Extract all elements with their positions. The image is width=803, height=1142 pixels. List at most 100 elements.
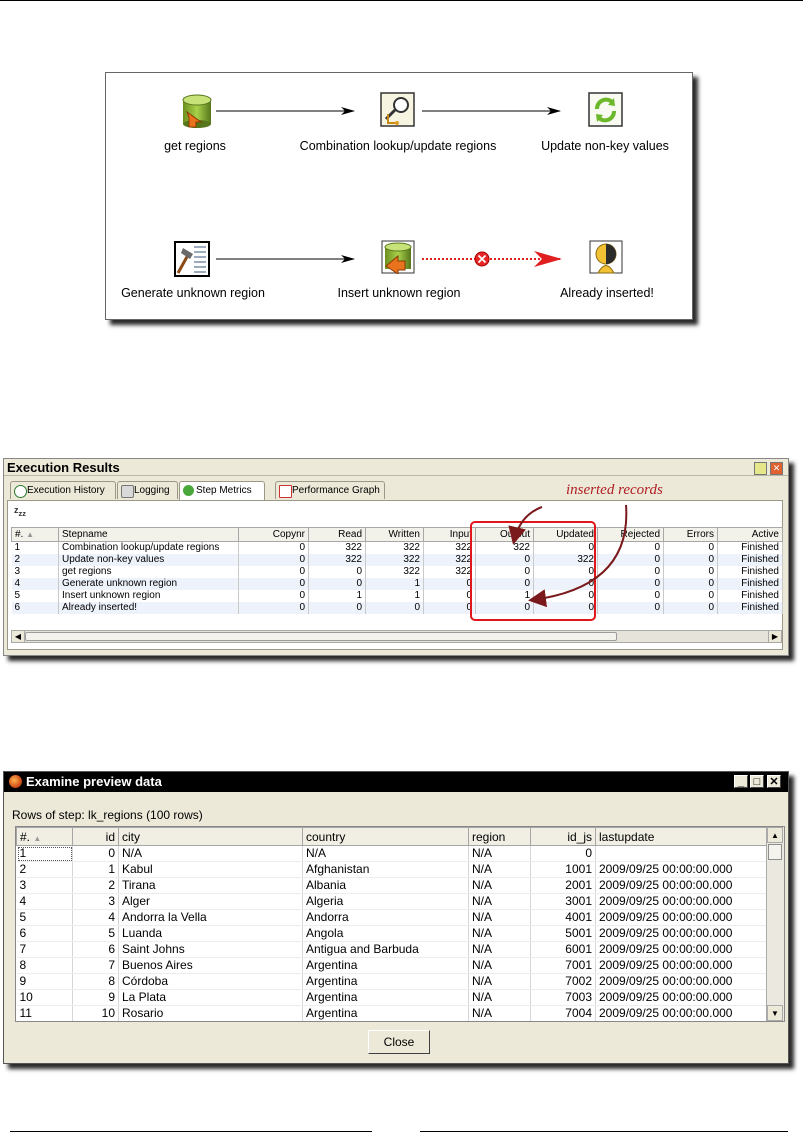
col-header-input[interactable]: Input bbox=[423, 527, 476, 542]
vertical-scrollbar[interactable]: ▲ ▼ bbox=[766, 827, 784, 1021]
scroll-thumb[interactable] bbox=[768, 844, 782, 860]
table-row[interactable]: 2 1 Kabul Afghanistan N/A 1001 2009/09/25 00:0… bbox=[16, 861, 768, 878]
cell-written: 1 bbox=[365, 578, 424, 590]
cell-stepname: get regions bbox=[58, 566, 239, 578]
cell-id: 2 bbox=[72, 877, 119, 894]
update-icon[interactable] bbox=[588, 92, 623, 127]
cell-id-js: 5001 bbox=[530, 925, 596, 942]
scroll-down-button[interactable]: ▼ bbox=[767, 1005, 783, 1021]
tab-performance-graph[interactable]: Performance Graph bbox=[275, 481, 385, 499]
cell-index: 5 bbox=[11, 590, 59, 602]
col-header-errors[interactable]: Errors bbox=[663, 527, 718, 542]
cell-city: Córdoba bbox=[118, 973, 303, 990]
step-label-generate-unknown: Generate unknown region bbox=[121, 286, 265, 300]
generate-rows-icon[interactable] bbox=[174, 241, 210, 277]
cell-written: 0 bbox=[365, 602, 424, 614]
cell-read: 0 bbox=[308, 578, 366, 590]
table-row[interactable]: 6 Already inserted! 0 0 0 0 0 0 0 0 Fini… bbox=[11, 602, 783, 614]
cell-id-js: 1001 bbox=[530, 861, 596, 878]
cell-stepname: Insert unknown region bbox=[58, 590, 239, 602]
maximize-dialog-button[interactable]: □ bbox=[750, 775, 764, 788]
col-header-id[interactable]: id bbox=[72, 827, 119, 846]
minimize-button[interactable]: _ bbox=[734, 775, 748, 788]
close-button[interactable]: Close bbox=[368, 1030, 430, 1054]
table-row-empty bbox=[12, 614, 783, 624]
scroll-up-button[interactable]: ▲ bbox=[767, 827, 783, 843]
cell-lastupdate: 2009/09/25 00:00:00.000 bbox=[595, 957, 768, 974]
sleep-icon[interactable]: zzz bbox=[14, 505, 26, 518]
col-header-written[interactable]: Written bbox=[365, 527, 424, 542]
table-row[interactable]: 4 3 Alger Algeria N/A 3001 2009/09/25 00:00:00… bbox=[16, 893, 768, 910]
table-row[interactable]: 4 Generate unknown region 0 0 1 0 0 0 0 … bbox=[11, 578, 783, 590]
cell-region: N/A bbox=[468, 941, 531, 958]
close-panel-button[interactable]: ✕ bbox=[770, 462, 783, 475]
close-dialog-button[interactable]: ✕ bbox=[767, 775, 781, 788]
combination-lookup-icon[interactable] bbox=[380, 92, 415, 127]
cell-index: 9 bbox=[16, 973, 73, 990]
table-row[interactable]: 6 5 Luanda Angola N/A 5001 2009/09/25 00:00:00… bbox=[16, 925, 768, 942]
cell-region: N/A bbox=[468, 925, 531, 942]
cell-read: 322 bbox=[308, 541, 366, 554]
table-input-icon[interactable] bbox=[181, 94, 215, 128]
cell-lastupdate bbox=[595, 845, 768, 862]
table-row[interactable]: 1 Combination lookup/update regions 0 32… bbox=[11, 541, 783, 554]
step-label-update-non-key: Update non-key values bbox=[541, 139, 669, 153]
col-header-country[interactable]: country bbox=[302, 827, 469, 846]
col-header-active[interactable]: Active bbox=[717, 527, 783, 542]
cell-read: 1 bbox=[308, 590, 366, 602]
tab-step-metrics[interactable]: Step Metrics bbox=[179, 481, 265, 500]
table-row[interactable]: 9 8 Córdoba Argentina N/A 7002 2009/09/25 00:0… bbox=[16, 973, 768, 990]
cell-errors: 0 bbox=[663, 541, 718, 554]
table-row[interactable]: 2 Update non-key values 0 322 322 322 0 … bbox=[11, 554, 783, 566]
maximize-button[interactable] bbox=[754, 462, 767, 475]
preview-grid: #. ▲ id city country region id_js lastup… bbox=[15, 826, 785, 1022]
cell-id-js: 7003 bbox=[530, 989, 596, 1006]
cell-written: 322 bbox=[365, 541, 424, 554]
cell-index: 2 bbox=[16, 861, 73, 878]
cell-region: N/A bbox=[468, 861, 531, 878]
cell-index: 3 bbox=[16, 877, 73, 894]
table-row[interactable]: 3 get regions 0 0 322 322 0 0 0 0 Finish… bbox=[11, 566, 783, 578]
kettle-icon bbox=[9, 775, 22, 788]
cell-active: Finished bbox=[717, 578, 783, 590]
cell-country: Albania bbox=[302, 877, 469, 894]
cell-index: 3 bbox=[11, 566, 59, 578]
col-header-lastupdate[interactable]: lastupdate bbox=[595, 827, 768, 846]
bottom-rule-right bbox=[420, 1131, 788, 1132]
table-output-icon[interactable] bbox=[381, 240, 415, 275]
tab-execution-history[interactable]: Execution History bbox=[10, 481, 116, 499]
col-header-index[interactable]: #. ▲ bbox=[16, 827, 73, 846]
horizontal-scrollbar[interactable]: ◀ ▶ bbox=[11, 630, 782, 643]
table-row[interactable]: 11 10 Rosario Argentina N/A 7004 2009/09/25 00… bbox=[16, 1005, 768, 1021]
cell-errors: 0 bbox=[663, 602, 718, 614]
col-header-read[interactable]: Read bbox=[308, 527, 366, 542]
cell-index: 5 bbox=[16, 909, 73, 926]
dummy-icon[interactable] bbox=[589, 240, 623, 274]
hop-error-icon bbox=[474, 251, 490, 267]
table-row[interactable]: 5 4 Andorra la Vella Andorra N/A 4001 2009/09/… bbox=[16, 909, 768, 926]
col-header-index[interactable]: #. ▲ bbox=[11, 527, 59, 542]
tab-logging[interactable]: Logging bbox=[117, 481, 178, 499]
scroll-right-button[interactable]: ▶ bbox=[768, 631, 781, 642]
table-row[interactable]: 3 2 Tirana Albania N/A 2001 2009/09/25 00:00:0… bbox=[16, 877, 768, 894]
col-header-id-js[interactable]: id_js bbox=[530, 827, 596, 846]
scroll-thumb[interactable] bbox=[25, 632, 617, 641]
transformation-canvas[interactable]: get regions Combination lookup/update re… bbox=[105, 72, 693, 320]
cell-index: 4 bbox=[11, 578, 59, 590]
col-header-copynr[interactable]: Copynr bbox=[238, 527, 309, 542]
table-row[interactable]: 8 7 Buenos Aires Argentina N/A 7001 2009/09/25… bbox=[16, 957, 768, 974]
col-header-stepname[interactable]: Stepname bbox=[58, 527, 239, 542]
cell-index: 2 bbox=[11, 554, 59, 566]
step-metrics-icon bbox=[183, 485, 194, 496]
col-header-city[interactable]: city bbox=[118, 827, 303, 846]
cell-input: 322 bbox=[423, 554, 476, 566]
table-row[interactable]: 7 6 Saint Johns Antigua and Barbuda N/A 6001 2… bbox=[16, 941, 768, 958]
table-row[interactable]: 10 9 La Plata Argentina N/A 7003 2009/09/25 00… bbox=[16, 989, 768, 1006]
table-row[interactable]: 5 Insert unknown region 0 1 1 0 1 0 0 0 … bbox=[11, 590, 783, 602]
scroll-left-button[interactable]: ◀ bbox=[12, 631, 25, 642]
col-header-region[interactable]: region bbox=[468, 827, 531, 846]
cell-city: Rosario bbox=[118, 1005, 303, 1021]
table-row[interactable]: 1 0 N/A N/A N/A 0 bbox=[16, 845, 768, 862]
cell-country: Afghanistan bbox=[302, 861, 469, 878]
cell-input: 0 bbox=[423, 578, 476, 590]
